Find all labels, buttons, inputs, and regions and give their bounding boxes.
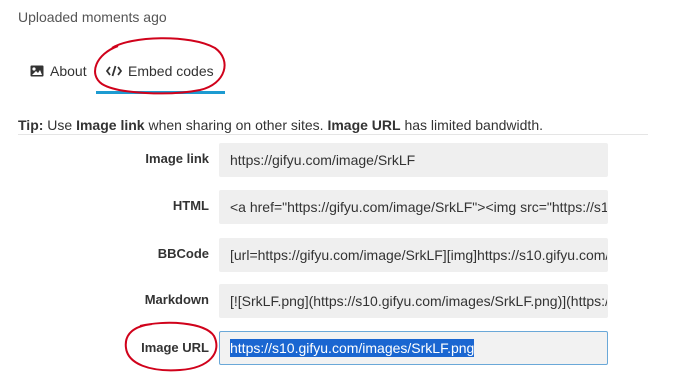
tip-part: has limited bandwidth.: [400, 117, 543, 133]
tip-part: when sharing on other sites.: [144, 117, 328, 133]
bbcode-value: [url=https://gifyu.com/image/SrkLF][img]…: [230, 247, 607, 263]
active-tab-indicator: [96, 91, 225, 94]
image-url-label: Image URL: [141, 340, 209, 355]
image-link-field[interactable]: https://gifyu.com/image/SrkLF: [219, 143, 608, 177]
html-label: HTML: [172, 198, 209, 213]
bbcode-label: BBCode: [157, 246, 209, 261]
tab-embed-codes[interactable]: Embed codes: [106, 62, 214, 80]
code-icon: [106, 65, 122, 77]
tip-prefix: Tip:: [18, 117, 44, 133]
tip-text: Tip: Use Image link when sharing on othe…: [18, 117, 543, 133]
markdown-label: Markdown: [144, 292, 209, 307]
image-url-value-selected: https://s10.gifyu.com/images/SrkLF.png: [230, 339, 475, 357]
image-url-field[interactable]: https://s10.gifyu.com/images/SrkLF.png: [219, 331, 608, 365]
markdown-field[interactable]: [![SrkLF.png](https://s10.gifyu.com/imag…: [219, 284, 608, 318]
markdown-value: [![SrkLF.png](https://s10.gifyu.com/imag…: [230, 293, 608, 309]
tab-about-label: About: [50, 63, 87, 79]
tip-bold-image-link: Image link: [76, 117, 145, 133]
image-icon: [30, 65, 44, 77]
bbcode-field[interactable]: [url=https://gifyu.com/image/SrkLF][img]…: [219, 238, 608, 272]
tip-part: Use: [43, 117, 77, 133]
tip-bold-image-url: Image URL: [327, 117, 401, 133]
image-link-value: https://gifyu.com/image/SrkLF: [230, 152, 416, 168]
html-value: <a href="https://gifyu.com/image/SrkLF">…: [230, 199, 608, 215]
divider: [18, 134, 648, 135]
tab-embed-codes-label: Embed codes: [128, 63, 214, 79]
tab-about[interactable]: About: [30, 62, 87, 80]
image-link-label: Image link: [145, 151, 209, 166]
upload-status: Uploaded moments ago: [18, 9, 167, 25]
html-field[interactable]: <a href="https://gifyu.com/image/SrkLF">…: [219, 190, 608, 224]
